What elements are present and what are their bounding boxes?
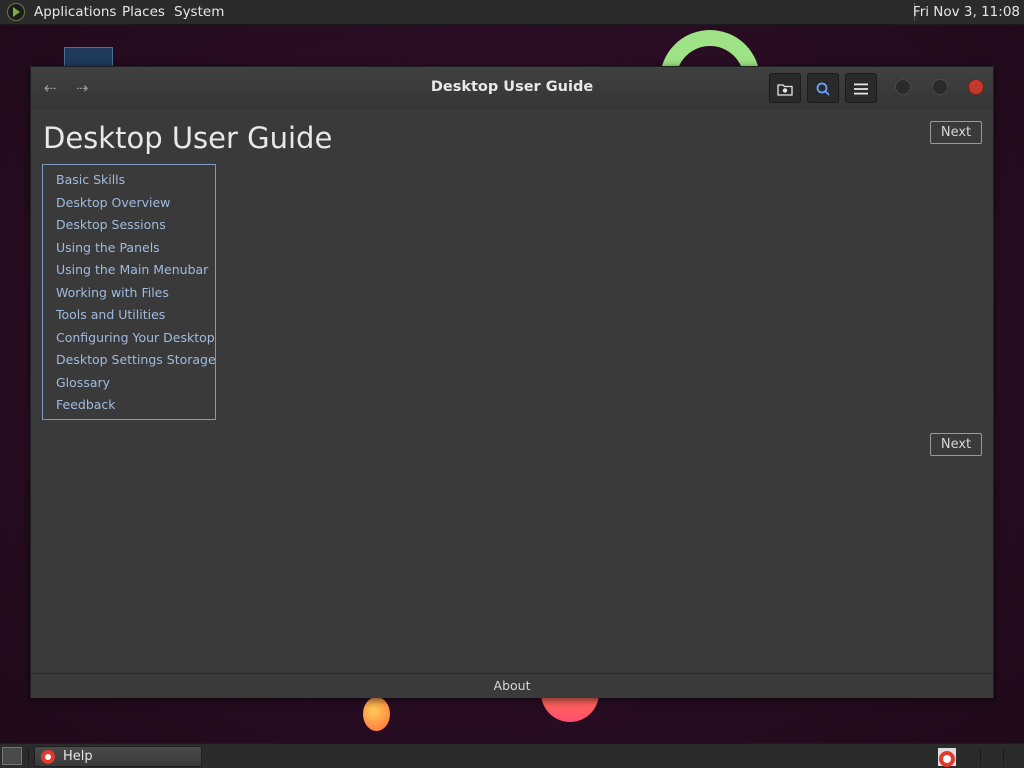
toc-link-using-the-panels[interactable]: Using the Panels <box>56 239 215 262</box>
toc-link-desktop-settings-storage[interactable]: Desktop Settings Storage <box>56 351 216 374</box>
help-lifebuoy-icon <box>41 749 55 764</box>
help-window: ⇠ ⇢ Desktop User Guide Desktop User Guid… <box>30 66 994 698</box>
taskbar-separator <box>980 747 981 766</box>
minimize-button[interactable] <box>895 79 911 95</box>
bookmarks-button[interactable] <box>769 73 801 103</box>
applications-menu[interactable]: Applications <box>34 4 116 20</box>
window-headerbar[interactable]: ⇠ ⇢ Desktop User Guide <box>31 67 993 110</box>
main-menu-button[interactable] <box>845 73 877 103</box>
taskbar-help-label: Help <box>63 749 93 764</box>
toc-link-configuring-your-desktop[interactable]: Configuring Your Desktop <box>56 329 215 352</box>
taskbar-separator <box>1003 747 1004 766</box>
about-link[interactable]: About <box>494 678 531 693</box>
show-desktop-icon[interactable] <box>2 747 22 765</box>
panel-clock[interactable]: Fri Nov 3, 11:08 <box>913 4 1020 20</box>
toc-link-tools-and-utilities[interactable]: Tools and Utilities <box>56 306 215 329</box>
taskbar-separator <box>28 747 29 766</box>
toc-link-basic-skills[interactable]: Basic Skills <box>56 171 215 194</box>
places-menu[interactable]: Places <box>122 4 165 20</box>
window-footer: About <box>31 673 993 698</box>
wallpaper-blob-shape <box>363 697 390 731</box>
hamburger-menu-icon <box>854 83 868 94</box>
toc-link-glossary[interactable]: Glossary <box>56 374 215 397</box>
tray-help-applet[interactable] <box>938 748 956 767</box>
help-content: Desktop User Guide Next Basic Skills Des… <box>31 109 993 673</box>
bookmark-folder-icon <box>777 83 793 96</box>
toc-link-feedback[interactable]: Feedback <box>56 396 215 419</box>
toc-link-desktop-overview[interactable]: Desktop Overview <box>56 194 215 217</box>
toc-link-desktop-sessions[interactable]: Desktop Sessions <box>56 216 215 239</box>
toc-link-using-the-main-menubar[interactable]: Using the Main Menubar <box>56 261 215 284</box>
next-button-top[interactable]: Next <box>930 121 982 144</box>
next-button-bottom[interactable]: Next <box>930 433 982 456</box>
top-panel: Applications Places System Fri Nov 3, 11… <box>0 0 1024 25</box>
system-menu[interactable]: System <box>174 4 224 20</box>
taskbar-help-button[interactable]: Help <box>34 746 202 767</box>
help-lifebuoy-icon <box>939 750 955 767</box>
distro-logo-icon[interactable] <box>7 3 25 21</box>
bottom-taskbar: Help <box>0 743 1024 768</box>
table-of-contents: Basic Skills Desktop Overview Desktop Se… <box>42 164 216 420</box>
maximize-button[interactable] <box>932 79 948 95</box>
page-title: Desktop User Guide <box>43 121 333 155</box>
search-button[interactable] <box>807 73 839 103</box>
toc-link-working-with-files[interactable]: Working with Files <box>56 284 215 307</box>
close-button[interactable] <box>968 79 984 95</box>
search-icon <box>816 82 830 96</box>
